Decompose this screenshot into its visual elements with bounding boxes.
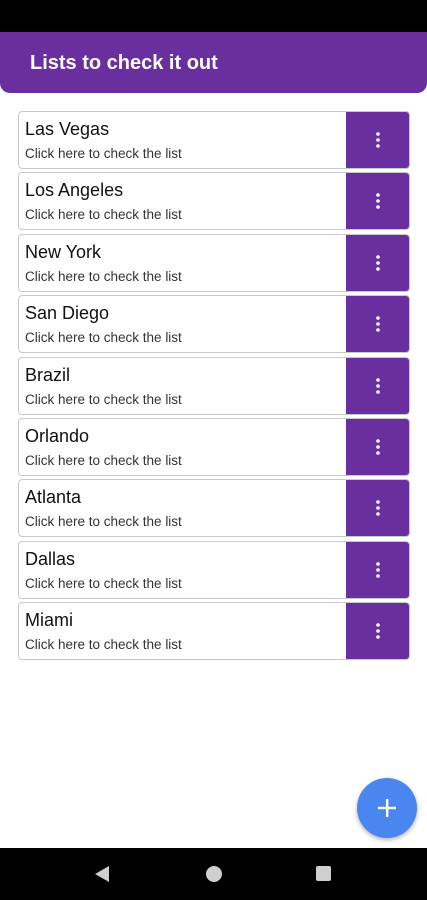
item-menu-button[interactable]: [346, 112, 409, 168]
home-circle-icon[interactable]: [206, 866, 222, 882]
recents-square-icon[interactable]: [316, 866, 331, 881]
list-item-title: San Diego: [25, 303, 110, 324]
more-vertical-icon: [375, 254, 380, 271]
more-vertical-icon: [375, 439, 380, 455]
list-item-title: Los Angeles: [25, 180, 124, 201]
back-triangle-icon[interactable]: [94, 865, 110, 883]
add-list-button[interactable]: [357, 778, 417, 838]
plus-icon: [378, 799, 396, 817]
lists-container: Las Vegas Click here to check the list L…: [18, 111, 410, 664]
app-bar: Lists to check it out: [0, 32, 427, 93]
list-item-subtitle: Click here to check the list: [25, 268, 182, 284]
list-item[interactable]: Atlanta Click here to check the list: [18, 479, 410, 538]
item-menu-button[interactable]: [346, 603, 409, 660]
item-menu-button[interactable]: [346, 480, 409, 537]
list-item-subtitle: Click here to check the list: [25, 146, 182, 161]
list-item-title: Orlando: [25, 425, 90, 446]
list-item-subtitle: Click here to check the list: [25, 391, 182, 407]
more-vertical-icon: [375, 561, 380, 578]
list-item-title: Dallas: [25, 548, 76, 569]
list-item[interactable]: Orlando Click here to check the list: [18, 417, 410, 476]
item-menu-button[interactable]: [346, 541, 409, 598]
list-item-title: Las Vegas: [25, 119, 110, 139]
more-vertical-icon: [375, 132, 380, 148]
list-item-title: Atlanta: [25, 487, 82, 508]
list-item[interactable]: New York Click here to check the list: [18, 233, 410, 292]
navigation-bar: [0, 848, 427, 900]
item-menu-button[interactable]: [346, 296, 409, 353]
list-item[interactable]: Dallas Click here to check the list: [18, 540, 410, 599]
more-vertical-icon: [375, 377, 380, 394]
list-item-subtitle: Click here to check the list: [25, 637, 182, 653]
item-menu-button[interactable]: [346, 173, 409, 230]
list-item-subtitle: Click here to check the list: [25, 514, 182, 530]
item-menu-button[interactable]: [346, 418, 409, 475]
list-item-subtitle: Click here to check the list: [25, 330, 182, 346]
list-item[interactable]: Las Vegas Click here to check the list: [18, 111, 410, 169]
item-menu-button[interactable]: [346, 357, 409, 414]
list-item-subtitle: Click here to check the list: [25, 575, 182, 591]
list-item-title: Miami: [25, 610, 73, 631]
list-item[interactable]: Miami Click here to check the list: [18, 602, 410, 661]
status-bar: [0, 0, 427, 32]
list-item[interactable]: Brazil Click here to check the list: [18, 356, 410, 415]
page-title: Lists to check it out: [30, 52, 218, 74]
more-vertical-icon: [375, 193, 380, 210]
more-vertical-icon: [375, 500, 380, 517]
list-item-subtitle: Click here to check the list: [25, 207, 182, 223]
more-vertical-icon: [375, 623, 380, 639]
list-item[interactable]: San Diego Click here to check the list: [18, 295, 410, 354]
item-menu-button[interactable]: [346, 234, 409, 291]
list-item[interactable]: Los Angeles Click here to check the list: [18, 172, 410, 231]
list-item-subtitle: Click here to check the list: [25, 452, 182, 468]
more-vertical-icon: [375, 316, 380, 332]
list-item-title: Brazil: [25, 364, 71, 385]
list-item-title: New York: [25, 241, 102, 262]
